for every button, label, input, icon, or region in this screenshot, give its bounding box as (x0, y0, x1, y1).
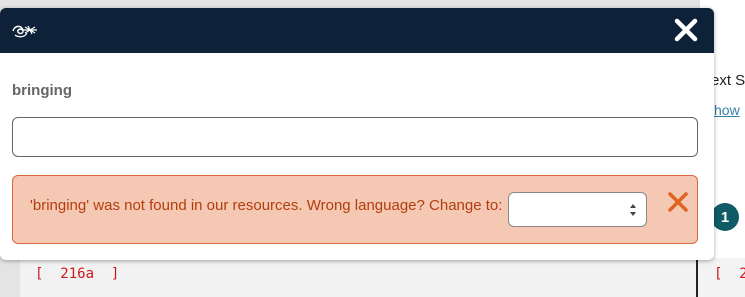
background-show-link[interactable]: how (714, 102, 740, 118)
close-icon[interactable] (667, 191, 689, 213)
word-input-field[interactable] (12, 117, 698, 157)
language-select[interactable] (508, 192, 647, 227)
logo-icon (12, 25, 37, 38)
updown-arrows-icon (630, 204, 636, 216)
reference-code-left: [ 216a ] (35, 266, 120, 282)
background-heading-fragment: ext S (711, 72, 745, 89)
modal-header (0, 8, 714, 53)
lookup-modal: bringing 'bringing' was not found in our… (0, 8, 714, 260)
reference-code-right: [ 21 (714, 266, 745, 282)
not-found-message: 'bringing' was not found in our resource… (30, 197, 503, 214)
background-code-row (20, 258, 696, 297)
step-number-badge: 1 (711, 203, 739, 231)
close-icon[interactable] (672, 16, 700, 44)
searched-word-label: bringing (12, 82, 72, 99)
not-found-alert: 'bringing' was not found in our resource… (12, 175, 698, 244)
